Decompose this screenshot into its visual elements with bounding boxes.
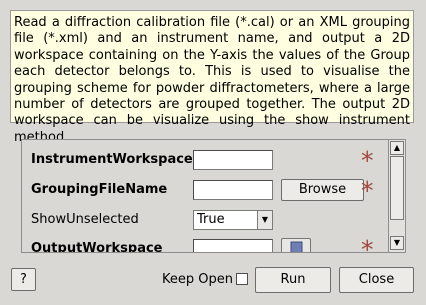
required-star-icon: *	[361, 146, 374, 175]
property-row-grouping-file-name: GroupingFileName Browse *	[22, 176, 389, 205]
scroll-up-icon[interactable]: ▲	[390, 141, 404, 155]
vertical-scrollbar[interactable]: ▲ ▼	[388, 140, 405, 252]
required-star-icon: *	[361, 176, 374, 205]
chevron-down-icon[interactable]: ▼	[257, 211, 272, 229]
show-unselected-select[interactable]: True ▼	[193, 210, 273, 230]
grouping-file-name-input[interactable]	[193, 180, 273, 200]
output-workspace-input[interactable]	[193, 239, 273, 252]
properties-list: InstrumentWorkspace * GroupingFileName B…	[22, 140, 389, 252]
scroll-down-icon[interactable]: ▼	[390, 236, 404, 250]
help-button[interactable]: ?	[11, 268, 36, 291]
output-workspace-label: OutputWorkspace	[31, 241, 163, 252]
property-row-instrument-workspace: InstrumentWorkspace *	[22, 146, 389, 175]
keep-open-checkbox[interactable]	[236, 273, 248, 285]
grouping-file-name-label: GroupingFileName	[31, 182, 168, 197]
property-row-output-workspace: OutputWorkspace *	[22, 235, 389, 252]
keep-open-label: Keep Open	[162, 272, 233, 287]
property-row-show-unselected: ShowUnselected True ▼	[22, 209, 389, 233]
instrument-workspace-input[interactable]	[193, 150, 273, 170]
close-button[interactable]: Close	[339, 267, 414, 293]
properties-panel: InstrumentWorkspace * GroupingFileName B…	[21, 139, 406, 253]
show-unselected-value: True	[197, 212, 225, 227]
show-unselected-label: ShowUnselected	[31, 212, 139, 227]
algorithm-description: Read a diffraction calibration file (*.c…	[10, 10, 414, 145]
run-button[interactable]: Run	[255, 267, 331, 293]
browse-button[interactable]: Browse	[281, 179, 364, 201]
required-star-icon: *	[361, 235, 374, 252]
workspace-icon	[290, 241, 303, 252]
replace-workspace-button[interactable]	[281, 238, 311, 252]
scrollbar-thumb[interactable]	[390, 156, 404, 220]
instrument-workspace-label: InstrumentWorkspace	[31, 152, 193, 167]
